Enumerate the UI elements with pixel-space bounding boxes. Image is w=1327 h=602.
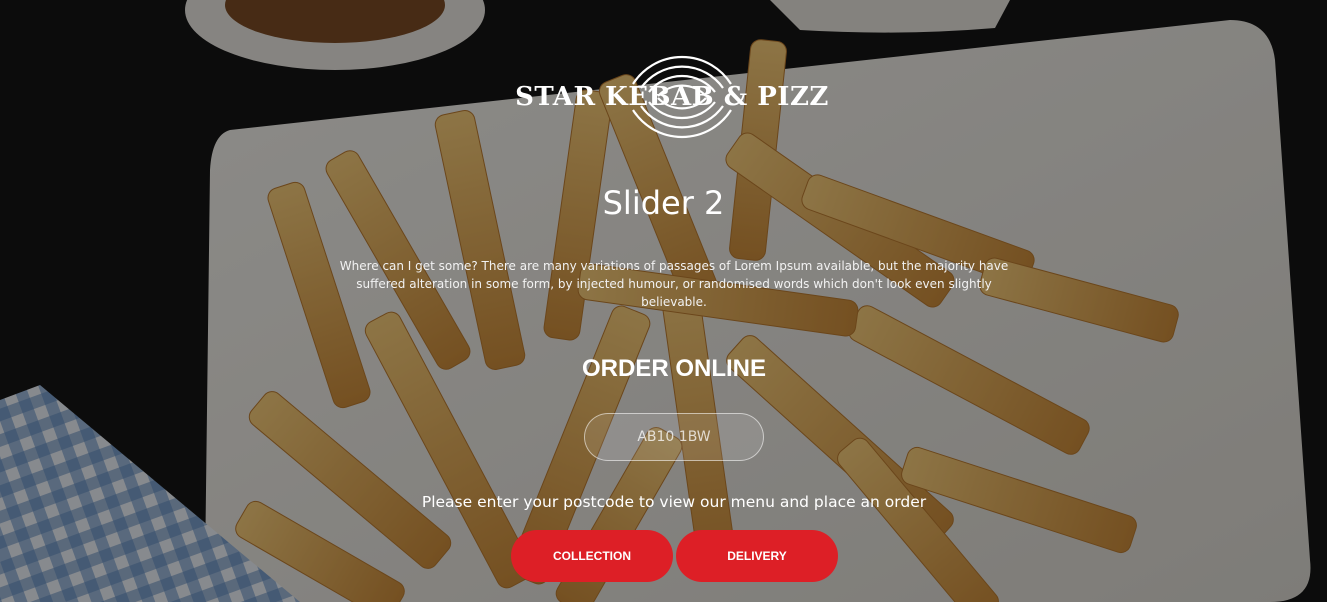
- postcode-input[interactable]: [584, 413, 764, 461]
- postcode-hint: Please enter your postcode to view our m…: [421, 493, 927, 511]
- order-online-heading: ORDER ONLINE: [581, 355, 766, 382]
- slider-title: Slider 2: [602, 184, 725, 222]
- delivery-button[interactable]: DELIVERY: [676, 530, 838, 582]
- hero-content: STAR KEBAB & PIZZ Slider 2 Where can I g…: [0, 0, 1327, 602]
- slider-description: Where can I get some? There are many var…: [339, 259, 1009, 309]
- collection-button[interactable]: COLLECTION: [511, 530, 673, 582]
- brand-logo[interactable]: STAR KEBAB & PIZZ: [505, 36, 845, 156]
- brand-name: STAR KEBAB & PIZZ: [515, 82, 829, 112]
